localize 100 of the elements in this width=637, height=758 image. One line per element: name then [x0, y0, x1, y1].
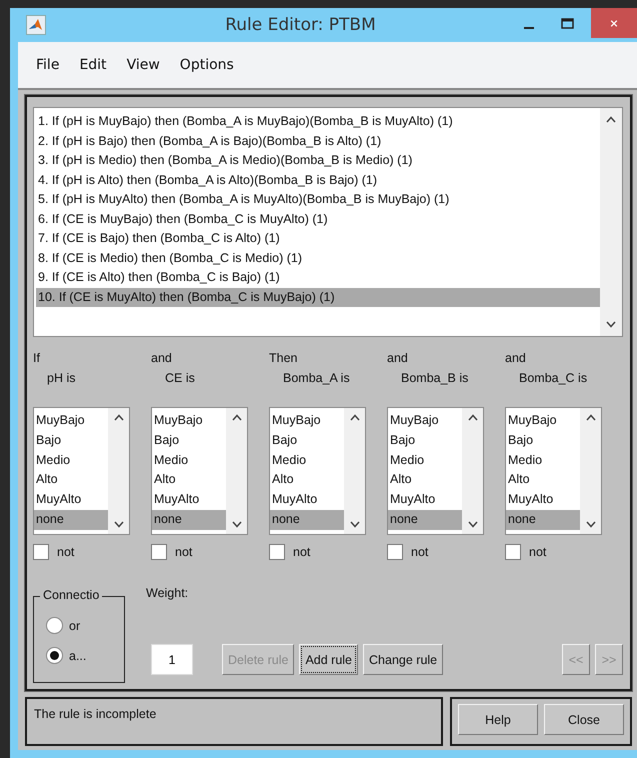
close-icon[interactable] [609, 20, 619, 26]
menu-item[interactable]: Options [170, 57, 244, 73]
checkbox-label: not [57, 545, 74, 559]
not-checkbox[interactable] [151, 544, 167, 560]
not-checkbox[interactable] [269, 544, 285, 560]
weight-label: Weight: [146, 586, 188, 600]
scrollbar[interactable] [226, 408, 247, 534]
membership-list[interactable]: MuyBajo Bajo Medio Alto MuyAlto none [269, 407, 366, 535]
list-item[interactable]: MuyBajo [506, 411, 580, 431]
variable-label: Bomba_A is [283, 371, 350, 385]
list-item[interactable]: Medio [152, 450, 226, 470]
list-item[interactable]: MuyBajo [34, 411, 108, 431]
variable-label: CE is [165, 371, 195, 385]
connector-label: and [505, 351, 527, 367]
checkbox-label: not [529, 545, 546, 559]
chevron-down-icon[interactable] [114, 521, 124, 528]
list-item[interactable]: MuyAlto [34, 490, 108, 510]
list-item[interactable]: Bajo [388, 430, 462, 451]
list-item[interactable]: Alto [388, 470, 462, 490]
list-item[interactable]: Medio [506, 450, 580, 470]
rule-item[interactable]: 10. If (CE is MuyAlto) then (Bomba_C is MuyBajo) (1) [36, 288, 600, 307]
variable-label: Bomba_C is [519, 371, 588, 385]
rule-item[interactable]: 5. If (pH is MuyAlto) then (Bomba_A is MuyAlto)(Bomba_B is MuyBajo) (1) [36, 190, 600, 210]
chevron-up-icon[interactable] [586, 414, 596, 421]
chevron-down-icon[interactable] [606, 321, 616, 328]
connector-label: Then [269, 351, 298, 367]
radio-button[interactable] [46, 617, 63, 634]
rule-item[interactable]: 6. If (CE is MuyBajo) then (Bomba_C is MuyAlto) (1) [36, 210, 600, 229]
rule-item[interactable]: 2. If (pH is Bajo) then (Bomba_A is Bajo)(Bomba_B is Alto) (1) [36, 132, 600, 151]
group-title: Connectio [40, 588, 102, 602]
menu-item[interactable]: File [26, 57, 70, 73]
rule-item[interactable]: 3. If (pH is Medio) then (Bomba_A is Medio)(Bomba_B is Medio) (1) [36, 151, 600, 170]
dialog-button[interactable]: Help [458, 704, 538, 735]
list-item[interactable]: Medio [388, 450, 462, 470]
list-item[interactable]: none [388, 510, 462, 530]
not-checkbox[interactable] [387, 544, 403, 560]
membership-list[interactable]: MuyBajo Bajo Medio Alto MuyAlto none [387, 407, 484, 535]
list-item[interactable]: Bajo [506, 430, 580, 451]
checkbox-label: not [175, 545, 192, 559]
menu-item[interactable]: View [116, 57, 170, 73]
list-item[interactable]: Alto [506, 470, 580, 490]
list-item[interactable]: none [34, 510, 108, 530]
connector-label: If [33, 351, 41, 367]
connector-label: and [387, 351, 409, 367]
rule-list[interactable] [33, 107, 623, 337]
list-item[interactable]: MuyAlto [270, 490, 344, 510]
menu-item[interactable]: Edit [69, 57, 117, 73]
list-item[interactable]: Bajo [34, 430, 108, 451]
radio-button[interactable] [46, 647, 63, 664]
rule-item[interactable]: 7. If (CE is Bajo) then (Bomba_C is Alto) (1) [36, 229, 600, 248]
chevron-down-icon[interactable] [468, 521, 478, 528]
action-button[interactable]: Change rule [363, 644, 444, 675]
list-item[interactable]: MuyAlto [388, 490, 462, 510]
checkbox-label: not [293, 545, 310, 559]
status-text: The rule is incomplete [34, 707, 156, 721]
list-item[interactable]: Bajo [270, 430, 344, 451]
chevron-down-icon[interactable] [586, 521, 596, 528]
rule-item[interactable]: 8. If (CE is Medio) then (Bomba_C is Medio) (1) [36, 248, 600, 268]
membership-list[interactable]: MuyBajo Bajo Medio Alto MuyAlto none [33, 407, 130, 535]
window-title: Rule Editor: PTBM [224, 15, 377, 35]
checkbox-label: not [411, 545, 428, 559]
membership-list[interactable]: MuyBajo Bajo Medio Alto MuyAlto none [505, 407, 602, 535]
list-item[interactable]: MuyAlto [152, 490, 226, 510]
list-item[interactable]: MuyBajo [152, 411, 226, 431]
scrollbar[interactable] [108, 408, 129, 534]
list-item[interactable]: none [506, 510, 580, 530]
list-item[interactable]: Bajo [152, 430, 226, 451]
action-button[interactable]: Add rule [299, 644, 358, 675]
list-item[interactable]: MuyAlto [506, 490, 580, 510]
scrollbar[interactable] [344, 408, 365, 534]
not-checkbox[interactable] [33, 544, 49, 560]
chevron-up-icon[interactable] [114, 414, 124, 421]
list-item[interactable]: Alto [34, 470, 108, 490]
chevron-down-icon[interactable] [232, 521, 242, 528]
dialog-button[interactable]: Close [544, 704, 624, 735]
list-item[interactable]: Medio [34, 450, 108, 470]
list-item[interactable]: none [152, 510, 226, 530]
list-item[interactable]: Alto [152, 470, 226, 490]
scrollbar[interactable] [462, 408, 483, 534]
chevron-up-icon[interactable] [468, 414, 478, 421]
list-item[interactable]: MuyBajo [270, 411, 344, 431]
chevron-up-icon[interactable] [350, 414, 360, 421]
not-checkbox[interactable] [505, 544, 521, 560]
scrollbar[interactable] [580, 408, 601, 534]
scrollbar[interactable] [600, 108, 622, 336]
rule-item[interactable]: 9. If (CE is Alto) then (Bomba_C is Bajo) (1) [36, 268, 600, 288]
rule-item[interactable]: 4. If (pH is Alto) then (Bomba_A is Alto)(Bomba_B is Bajo) (1) [36, 170, 600, 190]
weight-input[interactable]: 1 [151, 644, 193, 675]
membership-list[interactable]: MuyBajo Bajo Medio Alto MuyAlto none [151, 407, 248, 535]
list-item[interactable]: MuyBajo [388, 411, 462, 431]
list-item[interactable]: Alto [270, 470, 344, 490]
app-icon[interactable] [26, 15, 46, 35]
list-item[interactable]: Medio [270, 450, 344, 470]
radio-label: or [69, 618, 80, 632]
radio-label: a... [69, 648, 86, 662]
chevron-up-icon[interactable] [232, 414, 242, 421]
chevron-down-icon[interactable] [350, 521, 360, 528]
list-item[interactable]: none [270, 510, 344, 530]
chevron-up-icon[interactable] [606, 116, 616, 123]
rule-item[interactable]: 1. If (pH is MuyBajo) then (Bomba_A is MuyBajo)(Bomba_B is MuyAlto) (1) [36, 112, 600, 132]
